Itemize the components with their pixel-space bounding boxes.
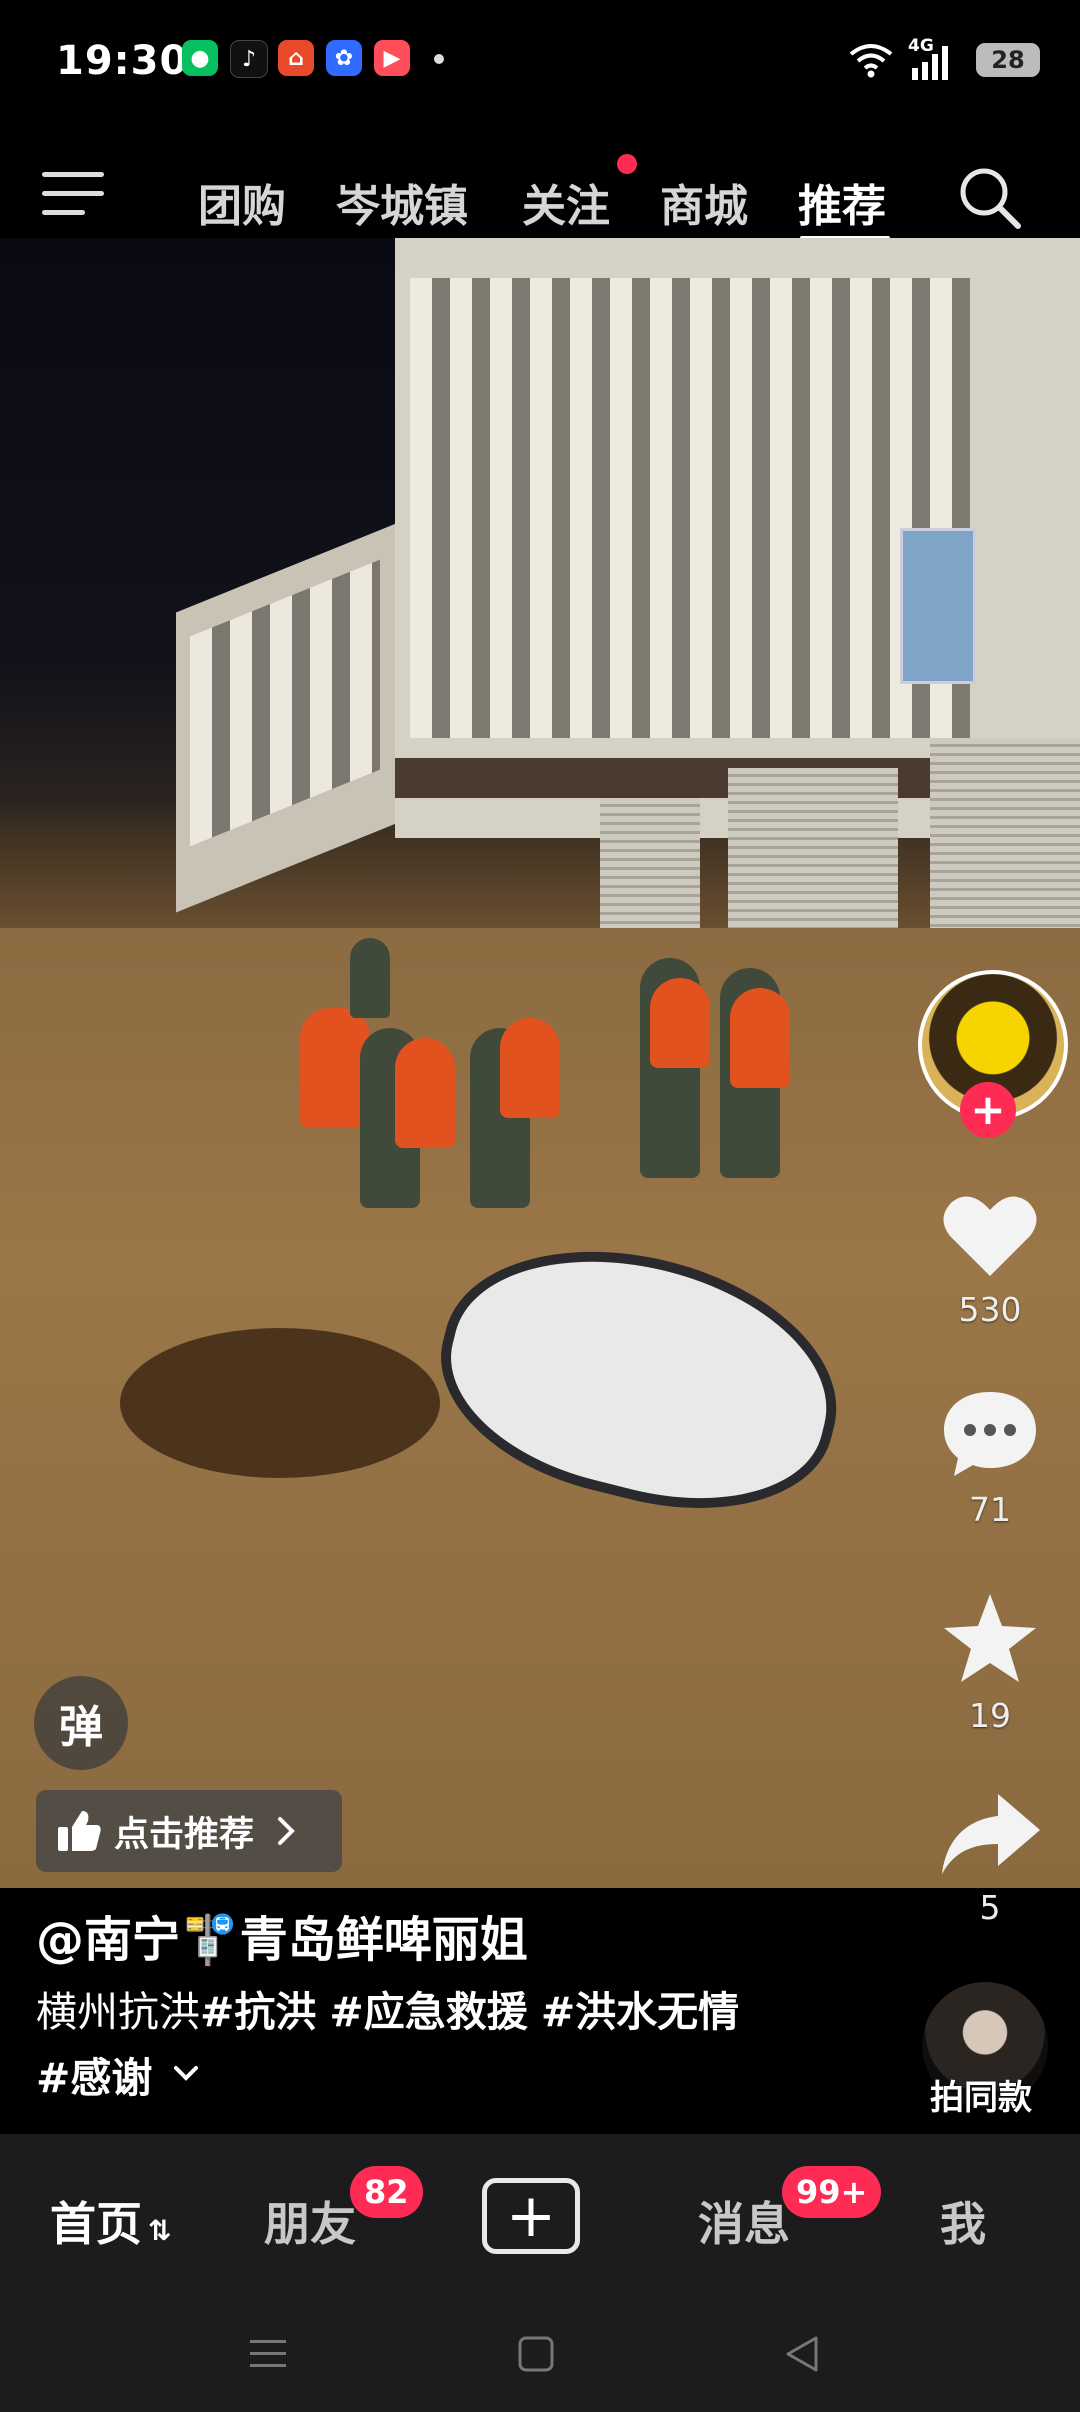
system-navigation-bar bbox=[0, 2300, 1080, 2412]
tab-local[interactable]: 岑城镇 bbox=[336, 170, 468, 234]
description-text: 横州抗洪 bbox=[36, 1988, 200, 2036]
shop-shutter bbox=[600, 798, 700, 948]
share-icon bbox=[942, 1794, 1040, 1874]
tab-following[interactable]: 关注 bbox=[522, 170, 610, 234]
comment-icon bbox=[944, 1392, 1036, 1476]
hashtag[interactable]: #应急救援 bbox=[329, 1988, 527, 2036]
tab-messages[interactable]: 消息 bbox=[698, 2188, 790, 2254]
follow-button[interactable]: + bbox=[960, 1082, 1016, 1138]
tab-home-label: 首页 bbox=[50, 2197, 142, 2251]
rescuer bbox=[730, 988, 790, 1088]
back-triangle-icon[interactable] bbox=[782, 2334, 822, 2374]
wechat-icon: ● bbox=[182, 40, 218, 76]
tab-recommend[interactable]: 推荐 bbox=[798, 170, 886, 234]
rescuer bbox=[650, 978, 710, 1068]
status-bar: 19:30 ● ♪ ⌂ ✿ ▶ 4G 28 bbox=[0, 0, 1080, 120]
more-notifications-icon bbox=[434, 54, 444, 64]
author-name[interactable]: @南宁🚏青岛鲜啤丽姐 bbox=[36, 1900, 528, 1970]
video-app-icon: ▶ bbox=[374, 40, 410, 76]
recommend-label: 点击推荐 bbox=[114, 1814, 255, 1855]
heart-icon bbox=[943, 1196, 1037, 1276]
expand-chevron-down-icon[interactable] bbox=[172, 2064, 200, 2084]
tab-group-buy[interactable]: 团购 bbox=[198, 170, 286, 234]
recommend-button[interactable]: 点击推荐 bbox=[36, 1790, 342, 1872]
bottom-tab-bar: 首页 ⇅ 朋友 82 + 消息 99+ 我 bbox=[0, 2134, 1080, 2300]
hashtag[interactable]: #抗洪 bbox=[200, 1988, 316, 2036]
following-new-dot bbox=[617, 154, 637, 174]
tab-friends[interactable]: 朋友 bbox=[264, 2188, 356, 2254]
tab-me[interactable]: 我 bbox=[940, 2188, 986, 2254]
tab-home[interactable]: 首页 ⇅ bbox=[50, 2188, 171, 2254]
wifi-icon bbox=[849, 44, 893, 78]
shop-shutter bbox=[728, 768, 898, 948]
hashtag[interactable]: #感谢 bbox=[36, 2044, 152, 2104]
comment-button[interactable]: 71 bbox=[930, 1388, 1050, 1529]
comment-count: 71 bbox=[969, 1490, 1011, 1529]
rescuer bbox=[395, 1038, 455, 1148]
video-description: 横州抗洪#抗洪 #应急救援 #洪水无情 bbox=[36, 1978, 739, 2038]
create-post-button[interactable]: + bbox=[482, 2178, 580, 2254]
like-button[interactable]: 530 bbox=[930, 1190, 1050, 1329]
messages-badge: 99+ bbox=[782, 2166, 882, 2218]
hashtag[interactable]: #洪水无情 bbox=[541, 1988, 739, 2036]
like-count: 530 bbox=[958, 1290, 1022, 1329]
star-icon bbox=[944, 1594, 1036, 1682]
danmu-toggle-button[interactable]: 弹 bbox=[34, 1676, 128, 1770]
share-button[interactable]: 5 bbox=[930, 1790, 1050, 1927]
chevron-right-icon bbox=[278, 1817, 295, 1845]
battery-indicator: 28 bbox=[976, 43, 1040, 77]
recents-menu-icon[interactable] bbox=[246, 2334, 290, 2374]
shop-shutter bbox=[930, 738, 1080, 938]
cellular-signal-icon: 4G bbox=[908, 36, 962, 80]
same-style-button[interactable]: 拍同款 bbox=[930, 2070, 1032, 2119]
shopping-app-icon: ⌂ bbox=[278, 40, 314, 76]
video-player[interactable] bbox=[0, 238, 1080, 1888]
menu-icon[interactable] bbox=[42, 172, 104, 220]
share-count: 5 bbox=[979, 1888, 1001, 1927]
home-square-icon[interactable] bbox=[516, 2334, 556, 2374]
friends-badge: 82 bbox=[350, 2166, 423, 2218]
douyin-icon: ♪ bbox=[230, 40, 268, 78]
network-type: 4G bbox=[908, 36, 934, 56]
sign-board bbox=[900, 528, 976, 684]
baidu-icon: ✿ bbox=[326, 40, 362, 76]
top-nav: 团购 岑城镇 关注 商城 推荐 bbox=[0, 140, 1080, 250]
search-icon[interactable] bbox=[956, 164, 1022, 230]
rescuer bbox=[500, 1018, 560, 1118]
tab-mall[interactable]: 商城 bbox=[660, 170, 748, 234]
status-time: 19:30 bbox=[56, 38, 189, 84]
video-description-line2: #感谢 bbox=[36, 2044, 200, 2104]
rescuer bbox=[350, 938, 390, 1018]
favorite-count: 19 bbox=[969, 1696, 1011, 1735]
thumbs-up-icon bbox=[58, 1811, 101, 1851]
refresh-swap-icon: ⇅ bbox=[148, 2214, 172, 2247]
favorite-button[interactable]: 19 bbox=[930, 1590, 1050, 1735]
